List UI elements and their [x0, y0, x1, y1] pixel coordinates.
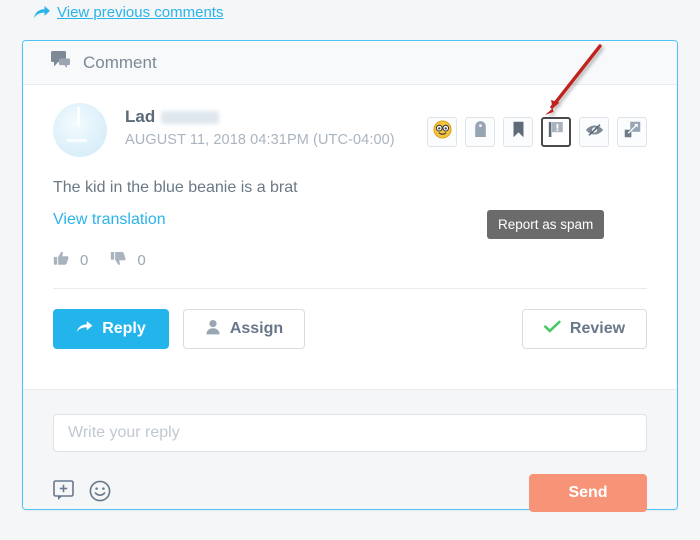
thumbs-down-vote[interactable]: 0 — [110, 251, 146, 270]
comment-card: Comment Lad AUGUST 11, 2018 04:31PM (UTC… — [22, 40, 678, 512]
card-body: Lad AUGUST 11, 2018 04:31PM (UTC-04:00) — [23, 85, 677, 349]
emoji-picker-icon[interactable] — [89, 480, 111, 507]
card-header: Comment — [23, 41, 677, 85]
view-translation-link[interactable]: View translation — [53, 211, 166, 229]
share-arrow-icon — [33, 5, 51, 21]
tooltip-text: Report as spam — [498, 217, 594, 232]
expand-arrow-icon — [624, 121, 641, 143]
send-button-label: Send — [568, 484, 608, 501]
action-button-row: Reply Assign Review — [53, 309, 647, 349]
vote-row: 0 0 — [53, 251, 647, 270]
send-button[interactable]: Send — [529, 474, 647, 512]
composer-toolbar: Send — [53, 474, 647, 512]
report-spam-flag-icon-button[interactable] — [541, 117, 571, 147]
thumbs-up-icon — [53, 251, 70, 270]
action-icon-strip — [427, 117, 647, 147]
thumbs-down-icon — [110, 251, 127, 270]
bookmark-icon-button[interactable] — [503, 117, 533, 147]
checkmark-icon — [543, 320, 561, 339]
tag-icon — [474, 121, 487, 143]
view-previous-comments-link[interactable]: View previous comments — [33, 4, 223, 21]
avatar — [53, 103, 107, 157]
author-name: Lad — [125, 107, 156, 126]
view-previous-comments-label: View previous comments — [57, 4, 224, 21]
comment-timestamp: AUGUST 11, 2018 04:31PM (UTC-04:00) — [125, 132, 395, 148]
assign-button-label: Assign — [229, 320, 284, 337]
reply-composer-section: Send — [23, 389, 677, 512]
expand-icon-button[interactable] — [617, 117, 647, 147]
author-row: Lad AUGUST 11, 2018 04:31PM (UTC-04:00) — [53, 103, 647, 157]
section-divider — [53, 288, 647, 289]
comment-bubble-icon — [51, 51, 71, 74]
review-button-label: Review — [569, 320, 626, 337]
thumbs-up-vote[interactable]: 0 — [53, 251, 88, 270]
card-title: Comment — [83, 52, 157, 72]
reply-input[interactable] — [53, 414, 647, 452]
nerd-face-emoji-icon — [432, 120, 452, 144]
person-icon — [205, 319, 221, 340]
thumbs-up-count: 0 — [80, 252, 89, 269]
reply-button[interactable]: Reply — [53, 309, 169, 349]
report-as-spam-tooltip: Report as spam — [487, 210, 605, 239]
flag-exclamation-icon — [548, 121, 564, 143]
tag-icon-button[interactable] — [465, 117, 495, 147]
author-meta: Lad AUGUST 11, 2018 04:31PM (UTC-04:00) — [125, 103, 395, 148]
sentiment-emoji-icon-button[interactable] — [427, 117, 457, 147]
canned-response-icon[interactable] — [53, 480, 75, 506]
review-button[interactable]: Review — [522, 309, 647, 349]
assign-button[interactable]: Assign — [183, 309, 305, 349]
reply-arrow-icon — [76, 320, 93, 339]
thumbs-down-count: 0 — [137, 252, 146, 269]
hide-comment-icon-button[interactable] — [579, 117, 609, 147]
bookmark-icon — [512, 121, 525, 143]
eye-slash-icon — [585, 123, 604, 142]
comment-body-text: The kid in the blue beanie is a brat — [53, 179, 298, 196]
author-name-redacted — [161, 111, 220, 125]
reply-button-label: Reply — [102, 320, 146, 337]
